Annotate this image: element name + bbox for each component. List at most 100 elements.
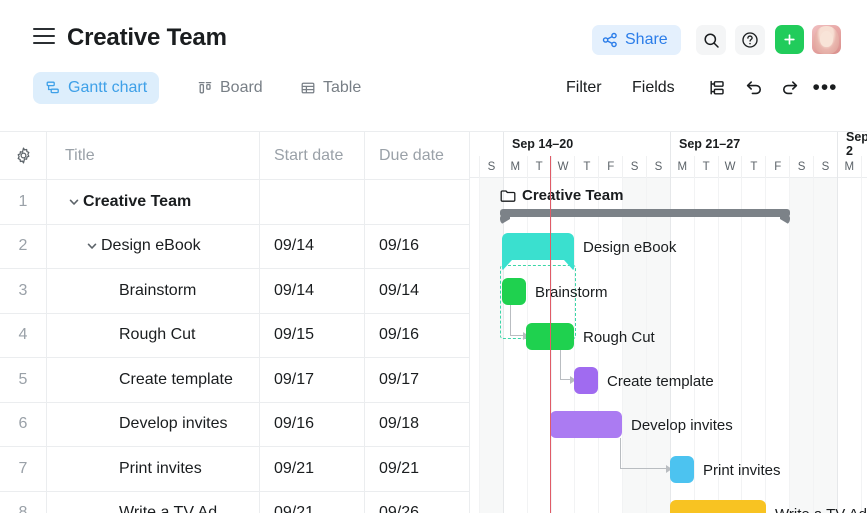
- table-row[interactable]: 3 Brainstorm 09/14 09/14: [0, 268, 470, 314]
- gantt-bar[interactable]: [670, 456, 694, 483]
- day-label: W: [717, 156, 742, 178]
- gantt-app-window: Creative Team Share Gantt chart Board Ta…: [0, 0, 867, 513]
- add-button[interactable]: [775, 25, 804, 54]
- day-label: T: [860, 156, 867, 178]
- table-row[interactable]: 8 Write a TV Ad 09/21 09/26: [0, 491, 470, 513]
- row-title-cell[interactable]: Develop invites: [47, 402, 260, 447]
- view-tabs-bar: Gantt chart Board Table Filter Fields ••…: [0, 72, 867, 116]
- row-title-cell[interactable]: Write a TV Ad: [47, 491, 260, 513]
- help-button[interactable]: [735, 25, 765, 55]
- row-title-cell[interactable]: Create template: [47, 357, 260, 402]
- table-row[interactable]: 5 Create template 09/17 09/17: [0, 357, 470, 403]
- row-due-date[interactable]: 09/16: [365, 313, 470, 358]
- day-label: M: [836, 156, 861, 178]
- summary-bar[interactable]: [500, 209, 790, 217]
- row-title-label: Print invites: [119, 459, 202, 477]
- table-row[interactable]: 4 Rough Cut 09/15 09/16: [0, 313, 470, 358]
- hamburger-icon[interactable]: [33, 28, 55, 44]
- tab-table[interactable]: Table: [288, 72, 373, 104]
- row-title-label: Create template: [119, 370, 233, 388]
- share-button[interactable]: Share: [592, 25, 681, 55]
- row-title-cell[interactable]: Brainstorm: [47, 268, 260, 313]
- gantt-bar[interactable]: [670, 500, 766, 513]
- gantt-group-label: Creative Team: [500, 187, 623, 204]
- row-due-date[interactable]: 09/21: [365, 447, 470, 492]
- row-number: 2: [0, 224, 47, 269]
- tab-gantt-chart[interactable]: Gantt chart: [33, 72, 160, 104]
- gantt-bar[interactable]: [550, 411, 622, 438]
- tab-board[interactable]: Board: [185, 72, 275, 104]
- table-row[interactable]: 2 Design eBook 09/14 09/16: [0, 224, 470, 269]
- row-start-date[interactable]: 09/21: [260, 491, 365, 513]
- row-start-date[interactable]: 09/17: [260, 357, 365, 402]
- search-icon: [703, 32, 720, 49]
- row-title-cell[interactable]: Creative Team: [47, 179, 260, 224]
- grid-settings-button[interactable]: [0, 132, 47, 180]
- gantt-bar[interactable]: [502, 233, 574, 260]
- row-number: 3: [0, 268, 47, 313]
- day-column: [813, 178, 837, 513]
- plus-icon: [782, 32, 797, 47]
- row-title-label: Brainstorm: [119, 281, 197, 299]
- row-number: 1: [0, 179, 47, 224]
- more-options-button[interactable]: •••: [812, 72, 838, 104]
- grid-rows: 1 Creative Team 2 Design eBook 09/14 09/16 3 Br…: [0, 179, 470, 513]
- row-start-date[interactable]: 09/16: [260, 402, 365, 447]
- row-title-cell[interactable]: Design eBook: [47, 224, 260, 269]
- row-start-date[interactable]: 09/14: [260, 224, 365, 269]
- undo-button[interactable]: [741, 72, 767, 104]
- chevron-down-icon[interactable]: [83, 240, 101, 252]
- gantt-group-label-text: Creative Team: [522, 187, 624, 204]
- share-nodes-icon: [602, 32, 618, 48]
- gantt-bar[interactable]: [502, 278, 526, 305]
- redo-button[interactable]: [777, 72, 803, 104]
- week-separator: [670, 132, 671, 513]
- chevron-down-icon[interactable]: [65, 196, 83, 208]
- day-label: M: [502, 156, 527, 178]
- row-due-date[interactable]: [365, 180, 470, 225]
- day-column: [479, 178, 503, 513]
- row-start-date[interactable]: 09/14: [260, 268, 365, 313]
- row-due-date[interactable]: 09/18: [365, 402, 470, 447]
- row-title-label: Design eBook: [101, 237, 201, 255]
- day-label: S: [646, 156, 670, 178]
- row-due-date[interactable]: 09/14: [365, 269, 470, 314]
- day-column: [502, 178, 527, 513]
- week-separator: [837, 132, 838, 513]
- row-number: 4: [0, 313, 47, 358]
- dependency-line: [620, 468, 668, 470]
- row-start-date[interactable]: [260, 179, 365, 224]
- gantt-icon: [45, 80, 61, 96]
- row-title-cell[interactable]: Print invites: [47, 446, 260, 491]
- gantt-bar-label: Rough Cut: [583, 329, 655, 346]
- day-label: F: [765, 156, 789, 178]
- row-due-date[interactable]: 09/17: [365, 358, 470, 403]
- column-header-title[interactable]: Title: [47, 132, 260, 180]
- table-row[interactable]: 1 Creative Team: [0, 179, 470, 225]
- gantt-bar-label: Develop invites: [631, 417, 733, 434]
- column-header-due-date[interactable]: Due date: [365, 132, 470, 180]
- row-start-date[interactable]: 09/21: [260, 446, 365, 491]
- filter-button[interactable]: Filter: [566, 72, 602, 104]
- gantt-bar[interactable]: [574, 367, 598, 394]
- avatar[interactable]: [812, 25, 841, 54]
- week-label: Sep 14–20: [503, 132, 670, 156]
- row-title-cell[interactable]: Rough Cut: [47, 313, 260, 358]
- fields-button[interactable]: Fields: [632, 72, 675, 104]
- column-header-start-date[interactable]: Start date: [260, 132, 365, 180]
- row-due-date[interactable]: 09/16: [365, 224, 470, 269]
- table-row[interactable]: 6 Develop invites 09/16 09/18: [0, 402, 470, 447]
- group-by-button[interactable]: [703, 72, 729, 104]
- row-title-label: Develop invites: [119, 415, 228, 433]
- task-grid: Title Start date Due date 1 Creative Team…: [0, 131, 470, 513]
- row-start-date[interactable]: 09/15: [260, 313, 365, 358]
- table-row[interactable]: 7 Print invites 09/21 09/21: [0, 446, 470, 492]
- table-icon: [300, 80, 316, 96]
- day-label: W: [550, 156, 575, 178]
- search-button[interactable]: [696, 25, 726, 55]
- row-number: 7: [0, 446, 47, 491]
- row-number: 5: [0, 357, 47, 402]
- row-due-date[interactable]: 09/26: [365, 491, 470, 513]
- avatar-face: [820, 31, 833, 47]
- row-number: 6: [0, 402, 47, 447]
